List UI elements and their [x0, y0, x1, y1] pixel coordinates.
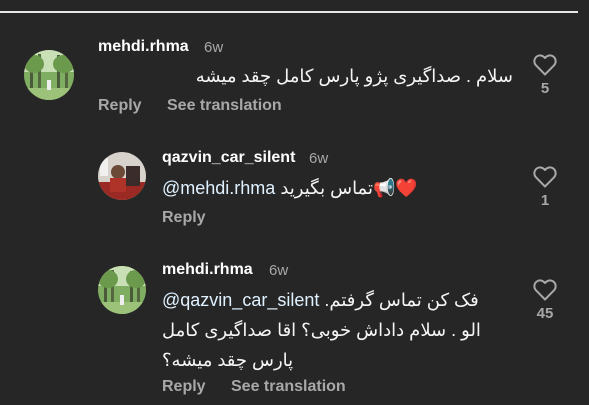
- avatar[interactable]: [98, 266, 146, 314]
- like-count: 1: [540, 192, 550, 209]
- avatar[interactable]: [98, 152, 146, 200]
- see-translation-button[interactable]: See translation: [231, 378, 346, 396]
- comment-line: پارس چقد میشه؟: [162, 350, 294, 370]
- like-count: 45: [536, 305, 554, 322]
- comment-text: @mehdi.rhma تماس بگیرید📢❤️: [162, 173, 442, 203]
- comment-timestamp: 6w: [269, 262, 289, 279]
- heart-outline-icon: [533, 54, 557, 76]
- comment-text: @qazvin_car_silent فک کن تماس گرفتم. الو…: [162, 285, 502, 375]
- mention-link[interactable]: @mehdi.rhma: [162, 178, 275, 198]
- avatar[interactable]: [24, 50, 74, 100]
- like-button[interactable]: 45: [531, 279, 559, 322]
- comment-line: @qazvin_car_silent فک کن تماس گرفتم.: [162, 285, 502, 315]
- mention-link[interactable]: @qazvin_car_silent: [162, 290, 319, 310]
- comment-username[interactable]: mehdi.rhma: [162, 261, 253, 279]
- comment-username[interactable]: mehdi.rhma: [98, 38, 189, 56]
- top-divider: [0, 11, 578, 13]
- comment-text: سلام . صداگیری پژو پارس کامل چقد میشه: [195, 66, 513, 86]
- heart-outline-icon: [533, 279, 557, 301]
- avatar-forest-image: [98, 266, 146, 314]
- like-button[interactable]: 5: [531, 54, 559, 97]
- comment-line: الو . سلام داداش خوبی؟ اقا صداگیری کامل: [162, 320, 481, 340]
- like-count: 5: [540, 80, 550, 97]
- comment-timestamp: 6w: [309, 150, 329, 167]
- emoji: 📢❤️: [372, 178, 418, 198]
- reply-button[interactable]: Reply: [162, 378, 206, 396]
- comment-body: تماس بگیرید: [280, 178, 373, 198]
- avatar-forest-image: [24, 50, 74, 100]
- reply-button[interactable]: Reply: [98, 97, 142, 115]
- comment-timestamp: 6w: [204, 39, 224, 56]
- comment-username[interactable]: qazvin_car_silent: [162, 149, 295, 167]
- heart-outline-icon: [533, 166, 557, 188]
- reply-button[interactable]: Reply: [162, 209, 206, 227]
- like-button[interactable]: 1: [531, 166, 559, 209]
- see-translation-button[interactable]: See translation: [167, 97, 282, 115]
- avatar-person-image: [98, 152, 146, 200]
- comment-body: فک کن تماس گرفتم.: [324, 290, 479, 310]
